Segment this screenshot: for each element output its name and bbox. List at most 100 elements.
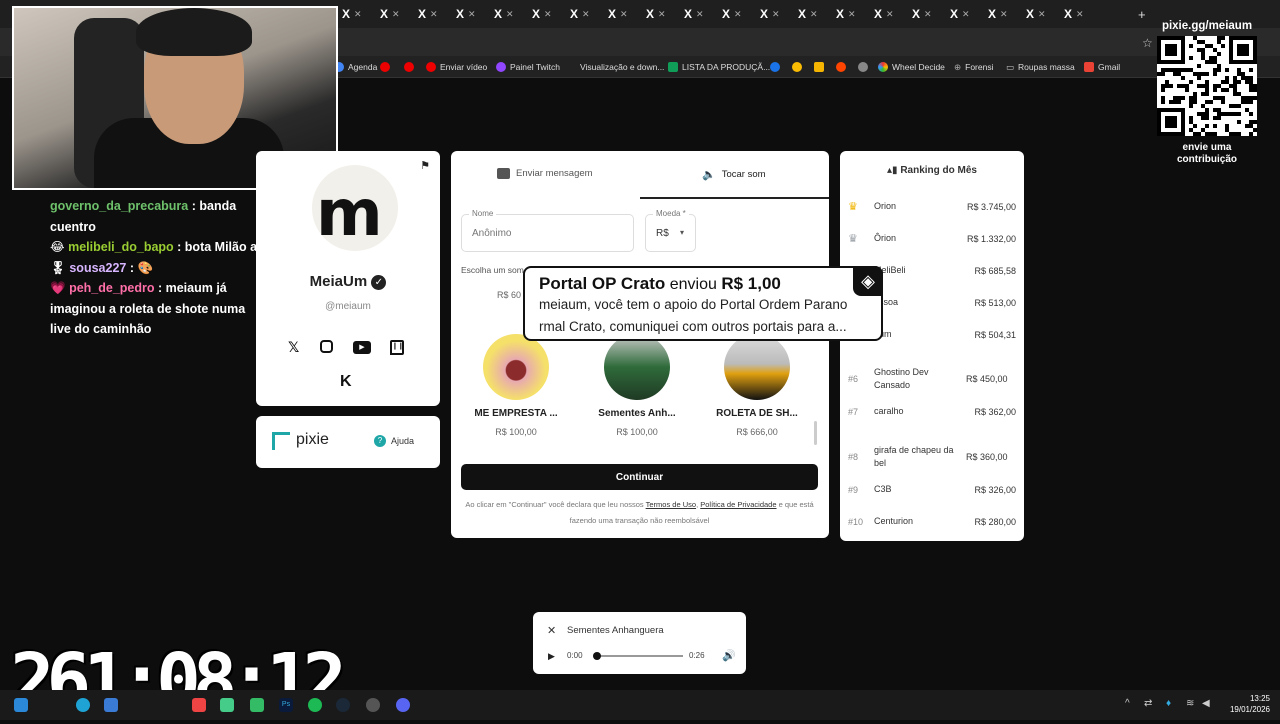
close-tab-icon[interactable]: ✕ [582,9,590,20]
close-tab-icon[interactable]: ✕ [544,9,552,20]
browser-tab[interactable]: X ✕ [494,6,528,22]
qr-module [1165,80,1169,84]
close-tab-icon[interactable]: ✕ [886,9,894,20]
close-tab-icon[interactable]: ✕ [468,9,476,20]
close-tab-icon[interactable]: ✕ [620,9,628,20]
close-tab-icon[interactable]: ✕ [1038,9,1046,20]
bookmark-gmail[interactable]: Gmail [1084,60,1120,74]
twitch-icon[interactable]: ❙❙ [390,340,404,355]
spotify-icon[interactable] [308,698,322,712]
close-tab-icon[interactable]: ✕ [1076,9,1084,20]
browser-tab[interactable]: X ✕ [342,6,376,22]
browser-tab[interactable]: X ✕ [1064,6,1098,22]
play-icon[interactable]: ▶ [548,651,555,662]
bookmark-roupas-massa[interactable]: ▭ Roupas massa [1006,60,1075,74]
app-icon[interactable] [192,698,206,712]
bookmark-misc-2[interactable] [858,60,868,74]
photoshop-icon[interactable]: Ps [279,698,293,712]
bookmark-misc-1[interactable] [770,60,780,74]
player-progress-track[interactable] [597,655,683,657]
close-tab-icon[interactable]: ✕ [772,9,780,20]
close-icon[interactable]: ✕ [547,624,556,637]
app-icon[interactable] [366,698,380,712]
edge-icon[interactable] [76,698,90,712]
browser-tab[interactable]: X ✕ [874,6,908,22]
close-tab-icon[interactable]: ✕ [354,9,362,20]
browser-tab[interactable]: X ✕ [798,6,832,22]
browser-tab[interactable]: X ✕ [380,6,414,22]
kick-icon[interactable]: K [340,373,352,391]
name-field[interactable]: Nome [461,209,634,252]
wifi-icon[interactable]: ≋ [1186,698,1194,709]
instagram-icon[interactable] [320,340,333,353]
close-tab-icon[interactable]: ✕ [810,9,818,20]
volume-icon[interactable]: 🔊 [722,649,736,662]
close-tab-icon[interactable]: ✕ [506,9,514,20]
speaker-icon[interactable]: ◀ [1202,698,1210,709]
network-icon[interactable]: ⇄ [1144,698,1152,709]
steam-icon[interactable] [336,698,350,712]
bookmark-youtube[interactable] [380,60,390,74]
x-icon: X [912,7,921,21]
youtube-icon[interactable]: ▶ [353,341,371,354]
system-clock[interactable]: 13:25 19/01/2026 [1222,693,1270,715]
sound-item[interactable]: ME EMPRESTA ... R$ 100,00 [461,334,571,437]
bookmark-lista-producao[interactable]: LISTA DA PRODUÇÃ... [668,60,770,74]
browser-tab[interactable]: X ✕ [722,6,756,22]
report-flag-icon[interactable]: ⚑ [420,159,430,172]
app-icon[interactable] [104,698,118,712]
close-tab-icon[interactable]: ✕ [962,9,970,20]
close-tab-icon[interactable]: ✕ [658,9,666,20]
tab-enviar-mensagem[interactable]: Enviar mensagem [497,168,593,179]
close-tab-icon[interactable]: ✕ [924,9,932,20]
bookmark-enviar-video[interactable]: Enviar vídeo [426,60,487,74]
close-tab-icon[interactable]: ✕ [1000,9,1008,20]
browser-tab[interactable]: X ✕ [532,6,566,22]
browser-tab[interactable]: X ✕ [912,6,946,22]
bookmark-drive[interactable] [792,60,802,74]
browser-tab[interactable]: X ✕ [418,6,452,22]
privacy-policy-link[interactable]: Política de Privacidade [700,500,776,509]
browser-tab[interactable]: X ✕ [684,6,718,22]
chrome-icon[interactable] [220,698,234,712]
start-icon[interactable] [14,698,28,712]
x-icon[interactable]: 𝕏 [288,339,299,356]
browser-tab[interactable]: X ✕ [1026,6,1060,22]
sound-item[interactable]: Sementes Anh... R$ 100,00 [582,334,692,437]
sound-item[interactable]: ROLETA DE SH... R$ 666,00 [702,334,812,437]
scrollbar[interactable] [814,421,817,445]
bookmark-wheel-decide[interactable]: Wheel Decide [878,60,945,74]
bookmark-reddit[interactable] [836,60,846,74]
tab-tocar-som[interactable]: 🔈 Tocar som [702,168,766,181]
discord-icon[interactable] [396,698,410,712]
terms-of-use-link[interactable]: Termos de Uso [646,500,696,509]
browser-tab[interactable]: X ✕ [456,6,490,22]
close-tab-icon[interactable]: ✕ [696,9,704,20]
close-tab-icon[interactable]: ✕ [734,9,742,20]
name-input[interactable] [462,215,633,251]
bookmark-keep[interactable] [814,60,824,74]
browser-tab[interactable]: X ✕ [988,6,1022,22]
bookmark-youtube-2[interactable] [404,60,414,74]
close-tab-icon[interactable]: ✕ [392,9,400,20]
browser-tab[interactable]: X ✕ [608,6,642,22]
mic-icon[interactable]: ♦ [1166,698,1171,709]
bookmark-star-icon[interactable]: ☆ [1142,36,1153,50]
browser-tab[interactable]: X ✕ [950,6,984,22]
browser-tab[interactable]: X ✕ [760,6,794,22]
close-tab-icon[interactable]: ✕ [430,9,438,20]
bookmark-painel-twitch[interactable]: Painel Twitch [496,60,560,74]
player-progress-knob[interactable] [593,652,601,660]
app-icon[interactable] [250,698,264,712]
currency-select[interactable]: Moeda * R$ ▾ [645,209,696,252]
browser-tab[interactable]: X ✕ [836,6,870,22]
continue-button[interactable]: Continuar [461,464,818,490]
tray-chevron-icon[interactable]: ^ [1125,698,1130,709]
bookmark-agenda[interactable]: Agenda [334,60,377,74]
bookmark-visualizacao[interactable]: Visualização e down... [580,60,664,74]
help-link[interactable]: ? Ajuda [374,435,414,447]
browser-tab[interactable]: X ✕ [646,6,680,22]
browser-tab[interactable]: X ✕ [570,6,604,22]
bookmark-forensi[interactable]: ⊕ Forensi [954,60,993,74]
close-tab-icon[interactable]: ✕ [848,9,856,20]
